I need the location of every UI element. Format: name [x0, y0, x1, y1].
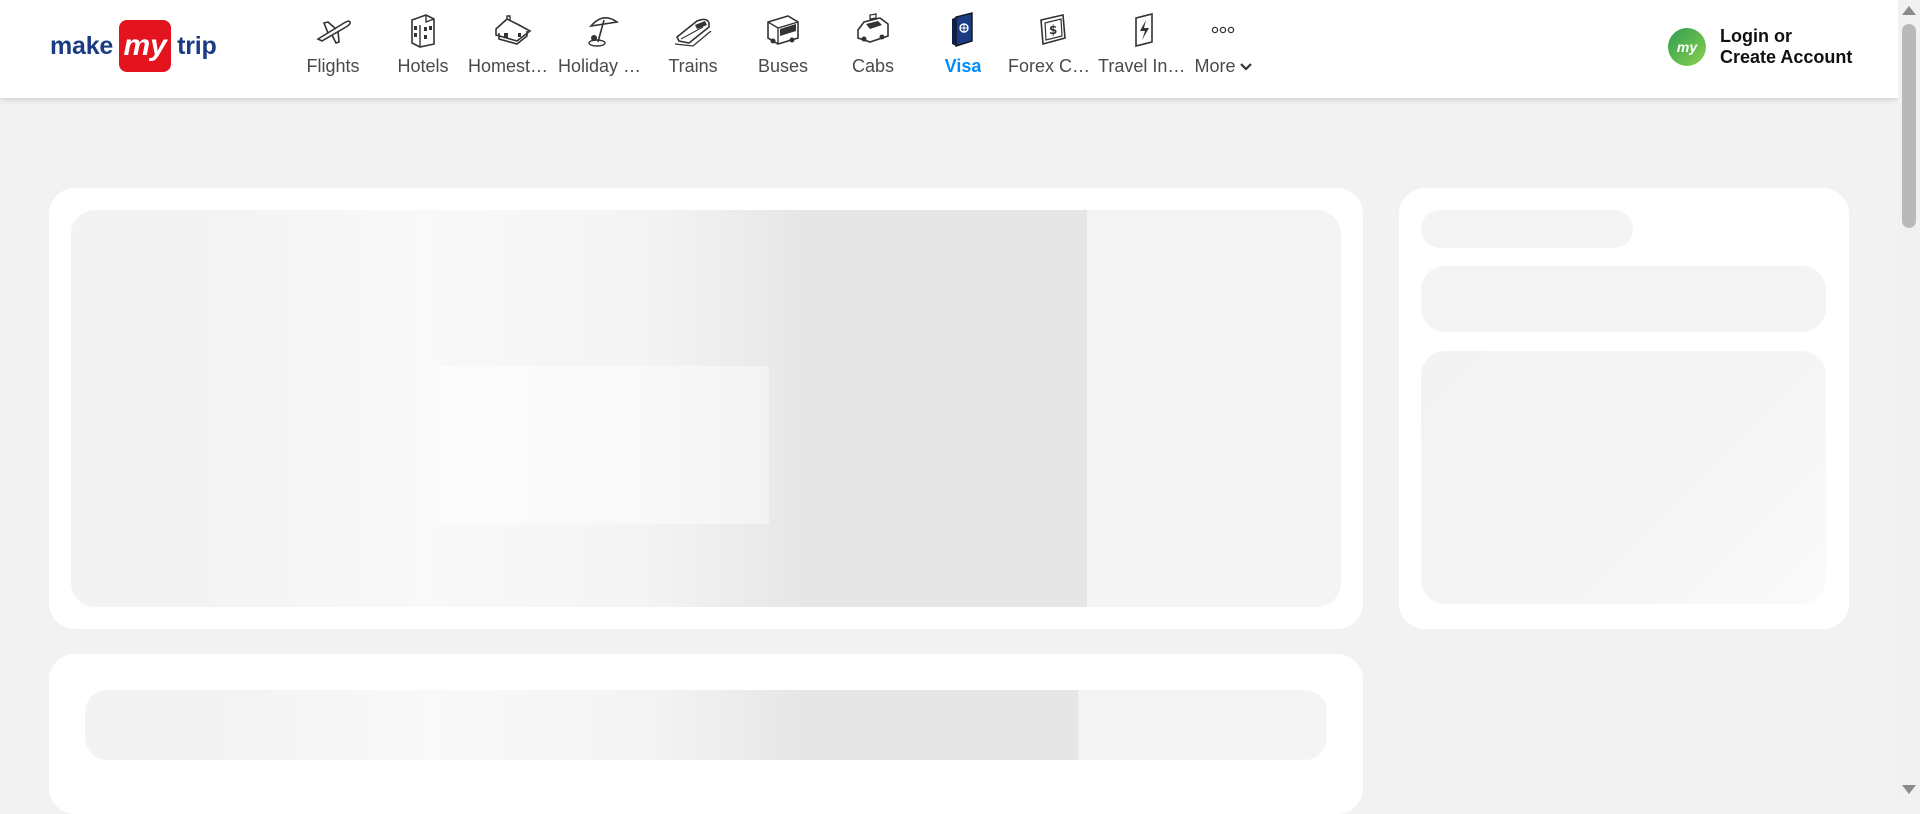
hero-skeleton-highlight	[439, 366, 769, 524]
main-loading-card	[49, 188, 1363, 629]
holiday-icon	[583, 10, 623, 50]
nav-item-cabs[interactable]: Cabs	[828, 8, 918, 88]
more-text: More	[1194, 56, 1236, 76]
avatar: my	[1668, 28, 1706, 66]
cab-icon	[853, 10, 893, 50]
logo-make: make	[50, 31, 114, 60]
login-text: Login or Create Account	[1720, 26, 1852, 68]
nav-item-hotels[interactable]: Hotels	[378, 8, 468, 88]
nav-label: Homestays	[468, 56, 558, 76]
side-title-skeleton	[1421, 210, 1633, 248]
scrollbar-thumb[interactable]	[1902, 24, 1916, 228]
nav-label: Flights	[306, 56, 360, 76]
nav-label: Buses	[757, 56, 809, 76]
logo-badge: my	[119, 20, 172, 72]
more-label: More	[1194, 56, 1252, 77]
nav-item-trains[interactable]: Trains	[648, 8, 738, 88]
makemytrip-logo[interactable]: make my trip	[50, 20, 217, 72]
nav-item-flights[interactable]: Flights	[288, 8, 378, 88]
nav-item-forex-card[interactable]: $ Forex Card	[1008, 8, 1098, 88]
nav-item-holiday-packages[interactable]: Holiday Packages	[558, 8, 648, 88]
nav-item-homestays[interactable]: Homestays	[468, 8, 558, 88]
logo-trip: trip	[177, 31, 217, 60]
svg-text:$: $	[1049, 23, 1057, 37]
login-button[interactable]: my Login or Create Account	[1668, 26, 1852, 68]
nav-item-more[interactable]: More	[1188, 8, 1258, 88]
nav-label: Forex Card	[1008, 56, 1098, 76]
side-block-skeleton	[1421, 351, 1826, 604]
scroll-down-icon[interactable]	[1902, 785, 1916, 794]
product-nav: Flights Hotels Homestays Holiday Package…	[288, 8, 1258, 88]
visa-icon	[943, 10, 983, 50]
insurance-icon	[1123, 10, 1163, 50]
nav-item-buses[interactable]: Buses	[738, 8, 828, 88]
secondary-loading-card	[49, 654, 1363, 814]
scroll-up-icon[interactable]	[1902, 6, 1916, 15]
nav-label: Hotels	[397, 56, 449, 76]
train-icon	[673, 10, 713, 50]
hotel-icon	[403, 10, 443, 50]
nav-label: Trains	[668, 56, 718, 76]
scrollbar[interactable]	[1898, 0, 1920, 800]
side-field-skeleton	[1421, 266, 1826, 332]
login-line-2: Create Account	[1720, 47, 1853, 67]
nav-item-travel-insurance[interactable]: Travel Insurance	[1098, 8, 1188, 88]
more-icon	[1203, 10, 1243, 50]
login-line-1: Login or	[1720, 26, 1792, 46]
top-header: make my trip Flights Hotels Homestays Ho…	[0, 0, 1898, 98]
side-loading-card	[1399, 188, 1849, 629]
chevron-down-icon	[1239, 62, 1252, 71]
homestay-icon	[493, 10, 533, 50]
bus-icon	[763, 10, 803, 50]
nav-label: Travel Insurance	[1098, 56, 1188, 76]
nav-label: Visa	[944, 56, 982, 76]
nav-item-visa[interactable]: Visa	[918, 8, 1008, 88]
nav-label: Cabs	[851, 56, 895, 76]
nav-label: Holiday Packages	[558, 56, 648, 76]
forex-icon: $	[1033, 10, 1073, 50]
flight-icon	[313, 10, 353, 50]
search-bar-skeleton	[85, 690, 1327, 760]
